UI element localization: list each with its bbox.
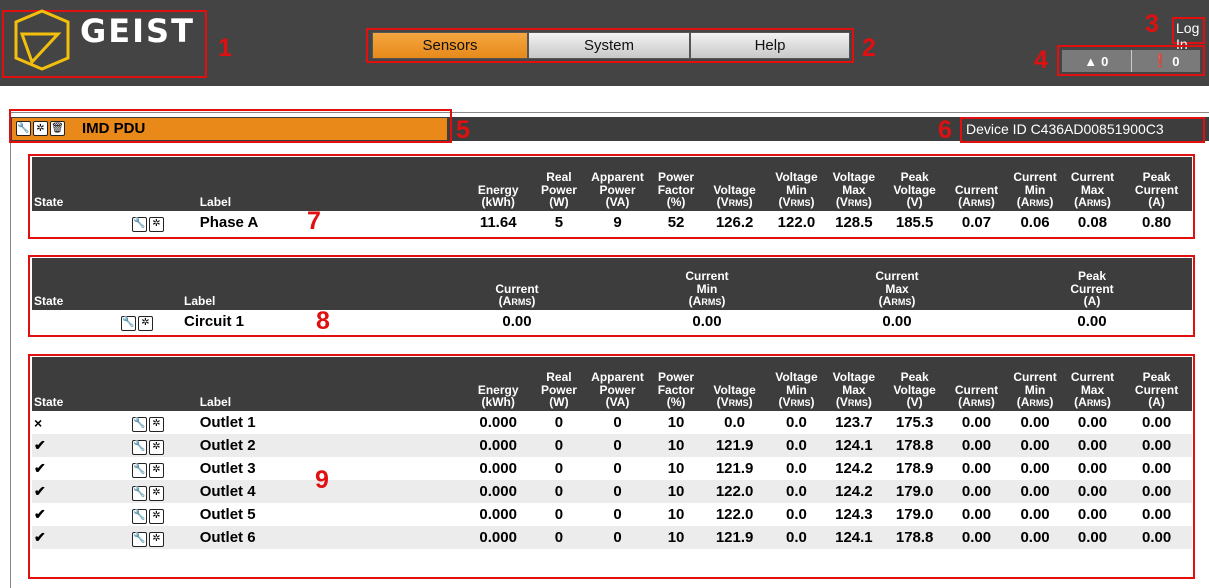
- alarms-value: 0: [1172, 53, 1180, 69]
- warnings-count[interactable]: ▲ 0: [1062, 50, 1132, 72]
- callout-3: 3: [1145, 10, 1159, 38]
- alerts-summary: ▲ 0 ❗ 0: [1062, 50, 1200, 72]
- device-id: Device ID C436AD00851900C3: [966, 121, 1164, 137]
- annotation-box-5: [9, 109, 452, 143]
- tab-help[interactable]: Help: [690, 32, 850, 59]
- callout-8: 8: [316, 307, 330, 335]
- warning-triangle-icon: ▲: [1084, 53, 1098, 69]
- annotation-box-7: [28, 154, 1195, 239]
- callout-2: 2: [862, 34, 876, 62]
- annotation-box-8: [28, 255, 1195, 337]
- callout-4: 4: [1034, 46, 1048, 74]
- warnings-value: 0: [1101, 53, 1109, 69]
- annotation-box-9: [28, 354, 1195, 579]
- callout-7: 7: [307, 207, 321, 235]
- tab-sensors[interactable]: Sensors: [372, 32, 528, 59]
- brand-name: GEIST: [80, 12, 195, 50]
- tab-system[interactable]: System: [528, 32, 690, 59]
- callout-6: 6: [938, 116, 952, 144]
- main-nav: Sensors System Help: [372, 32, 850, 59]
- geist-logo-icon: [14, 9, 70, 71]
- alarms-count[interactable]: ❗ 0: [1132, 50, 1201, 72]
- callout-9: 9: [315, 466, 329, 494]
- callout-1: 1: [218, 34, 232, 62]
- callout-5: 5: [456, 116, 470, 144]
- exclamation-circle-icon: ❗: [1152, 53, 1169, 68]
